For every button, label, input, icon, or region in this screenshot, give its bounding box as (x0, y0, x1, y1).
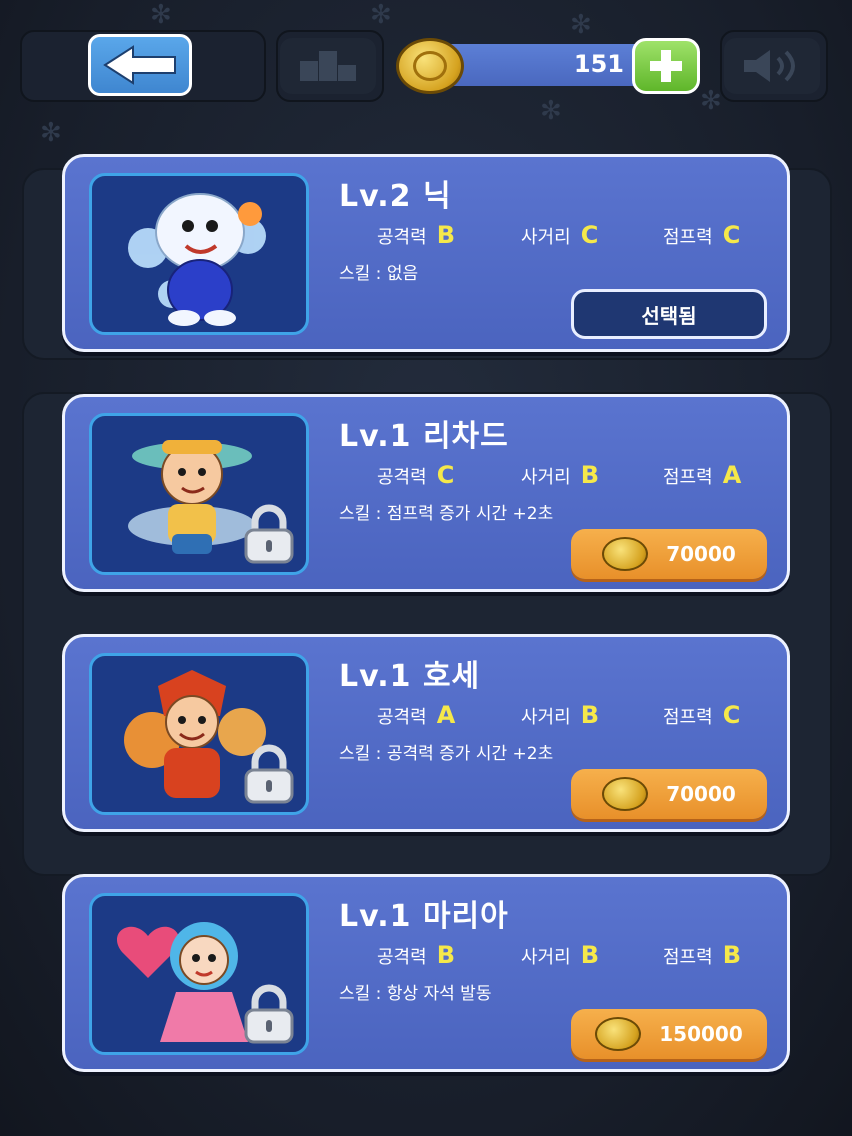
attack-stat: 공격력 C (377, 461, 455, 489)
price-label: 150000 (659, 1022, 743, 1046)
skill-text: 스킬 : 점프력 증가 시간 +2초 (339, 504, 554, 524)
add-coins-button[interactable] (632, 38, 700, 94)
jump-stat: 점프력 A (663, 461, 742, 489)
ranking-icon (300, 51, 356, 81)
snowflake-icon: ✻ (540, 96, 562, 126)
coin-icon (396, 38, 464, 94)
range-stat: 사거리 B (521, 701, 599, 729)
price-label: 70000 (666, 542, 736, 566)
back-arrow-icon (103, 45, 176, 85)
attack-stat: 공격력 A (377, 701, 456, 729)
character-portrait (89, 893, 309, 1055)
price-label: 70000 (666, 782, 736, 806)
character-title: Lv.1 리차드 (339, 419, 509, 454)
snowman-character-icon (128, 193, 266, 326)
skill-text: 스킬 : 공격력 증가 시간 +2초 (339, 744, 554, 764)
snowflake-icon: ✻ (40, 118, 62, 148)
attack-stat: 공격력 B (377, 221, 455, 249)
buy-button[interactable]: 150000 (571, 1009, 767, 1059)
snowflake-icon: ✻ (370, 0, 392, 30)
attack-stat: 공격력 B (377, 941, 455, 969)
sound-toggle-button[interactable] (724, 38, 820, 94)
character-title: Lv.1 마리아 (339, 899, 509, 934)
jump-stat: 점프력 C (663, 701, 741, 729)
character-card-nick[interactable]: Lv.2 닉 공격력 B 사거리 C 점프력 C 스킬 : 없음 선택됨 (62, 154, 790, 352)
skill-text: 스킬 : 항상 자석 발동 (339, 984, 492, 1004)
character-title: Lv.1 호세 (339, 659, 481, 694)
character-portrait (89, 413, 309, 575)
coin-count: 151 (573, 50, 624, 78)
back-button[interactable] (88, 34, 192, 96)
character-portrait (89, 173, 309, 335)
skill-text: 스킬 : 없음 (339, 264, 419, 284)
snowflake-icon: ✻ (700, 86, 722, 116)
character-card-richard[interactable]: Lv.1 리차드 공격력 C 사거리 B 점프력 A 스킬 : 점프력 증가 시간 +… (62, 394, 790, 592)
speaker-icon (744, 50, 795, 82)
jump-stat: 점프력 C (663, 221, 741, 249)
buy-button[interactable]: 70000 (571, 529, 767, 579)
coin-icon (595, 1017, 642, 1051)
lock-icon (244, 984, 294, 1044)
range-stat: 사거리 B (521, 941, 599, 969)
lock-icon (244, 744, 294, 804)
ranking-button[interactable] (280, 38, 376, 94)
buy-button[interactable]: 70000 (571, 769, 767, 819)
snowflake-icon: ✻ (570, 10, 592, 40)
selected-button[interactable]: 선택됨 (571, 289, 767, 339)
character-portrait (89, 653, 309, 815)
range-stat: 사거리 C (521, 221, 599, 249)
snowflake-icon: ✻ (150, 0, 172, 30)
character-card-jose[interactable]: Lv.1 호세 공격력 A 사거리 B 점프력 C 스킬 : 공격력 증가 시간 +2… (62, 634, 790, 832)
plus-icon (650, 50, 682, 82)
character-title: Lv.2 닉 (339, 179, 452, 214)
jump-stat: 점프력 B (663, 941, 741, 969)
range-stat: 사거리 B (521, 461, 599, 489)
coin-icon (602, 537, 649, 571)
lock-icon (244, 504, 294, 564)
character-card-maria[interactable]: Lv.1 마리아 공격력 B 사거리 B 점프력 B 스킬 : 항상 자석 발동 15… (62, 874, 790, 1072)
coin-icon (602, 777, 649, 811)
